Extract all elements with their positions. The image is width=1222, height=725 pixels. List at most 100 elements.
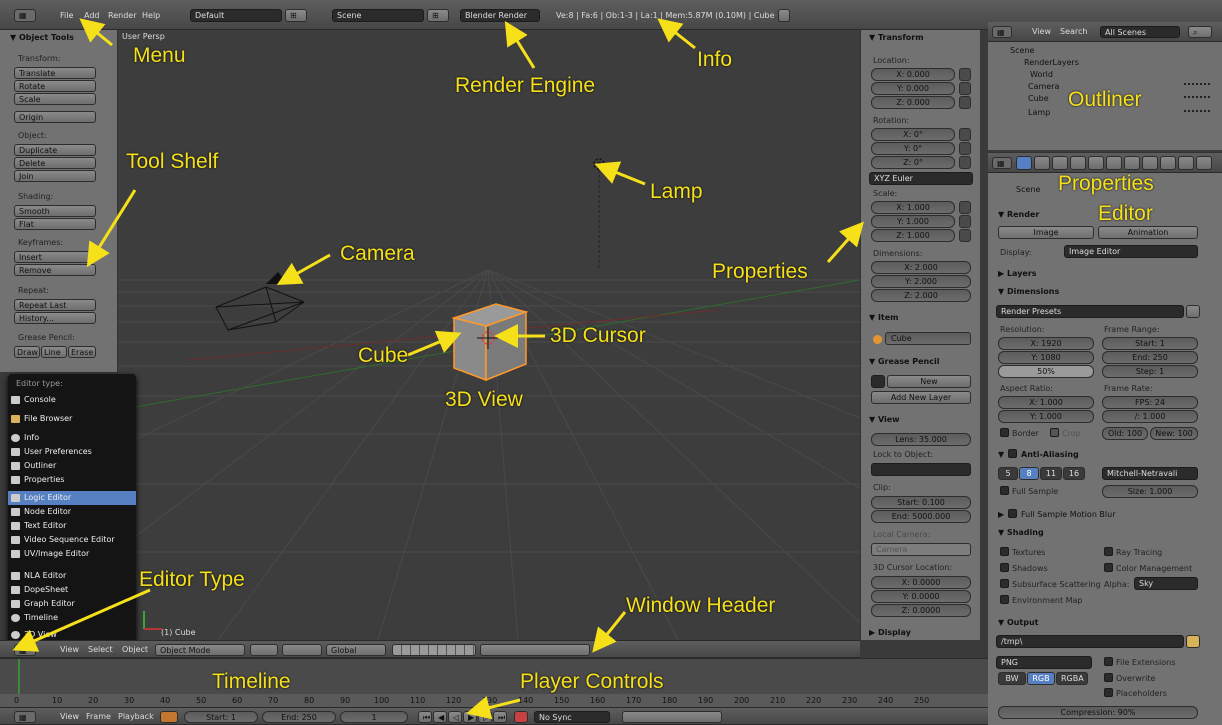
location-y[interactable]: Y: 0.000: [871, 82, 955, 95]
editor-type-button[interactable]: ▦: [992, 26, 1012, 38]
outliner-world[interactable]: World: [1030, 70, 1053, 79]
object-tab-icon[interactable]: [1070, 156, 1086, 170]
lock-icon[interactable]: [959, 215, 971, 228]
menu-item-timeline[interactable]: Timeline: [8, 611, 136, 625]
aa-collapse-icon[interactable]: ▼: [998, 450, 1004, 459]
object-name-field[interactable]: Cube: [885, 332, 971, 345]
line-button[interactable]: Line: [41, 346, 67, 358]
preset-add-button[interactable]: [1186, 305, 1200, 318]
frame-step[interactable]: Step: 1: [1102, 365, 1198, 378]
pencil-icon[interactable]: [871, 375, 885, 388]
timeline-start-field[interactable]: Start: 1: [184, 711, 258, 723]
shadows-checkbox[interactable]: [1000, 563, 1009, 572]
search-icon[interactable]: ⌕: [1188, 26, 1212, 38]
grease-new-button[interactable]: New: [887, 375, 971, 388]
resolution-x[interactable]: X: 1920: [998, 337, 1094, 350]
cursor-z[interactable]: Z: 0.0000: [871, 604, 971, 617]
play-icon[interactable]: ▶: [463, 711, 477, 723]
lock-icon[interactable]: [959, 142, 971, 155]
outliner-renderlayers[interactable]: RenderLayers: [1024, 58, 1079, 67]
anti-aliasing-checkbox[interactable]: [1008, 449, 1017, 458]
visibility-icon[interactable]: [1184, 110, 1210, 116]
insert-keyframe-button[interactable]: Insert: [14, 251, 96, 263]
time-old-field[interactable]: Old: 100: [1102, 427, 1148, 440]
info-icon-button[interactable]: [778, 9, 790, 22]
ray-tracing-checkbox[interactable]: [1104, 547, 1113, 556]
cursor-x[interactable]: X: 0.0000: [871, 576, 971, 589]
repeat-last-button[interactable]: Repeat Last: [14, 299, 96, 311]
menu-item-node-editor[interactable]: Node Editor: [8, 505, 136, 519]
crop-checkbox[interactable]: [1050, 428, 1059, 437]
output-path-field[interactable]: /tmp\: [996, 635, 1184, 648]
scale-z[interactable]: Z: 1.000: [871, 229, 955, 242]
location-z[interactable]: Z: 0.000: [871, 96, 955, 109]
timeline-end-field[interactable]: End: 250: [262, 711, 336, 723]
texture-tab-icon[interactable]: [1160, 156, 1176, 170]
lens-field[interactable]: Lens: 35.000: [871, 433, 971, 446]
folder-icon[interactable]: [1186, 635, 1200, 648]
render-title[interactable]: ▼ Render: [998, 210, 1039, 219]
fps-base-field[interactable]: /: 1.000: [1102, 410, 1198, 423]
aa-size-field[interactable]: Size: 1.000: [1102, 485, 1198, 498]
lock-icon[interactable]: [959, 229, 971, 242]
resolution-y[interactable]: Y: 1080: [998, 351, 1094, 364]
keying-set-field[interactable]: [622, 711, 722, 723]
rotation-z[interactable]: Z: 0°: [871, 156, 955, 169]
menu-item-dopesheet[interactable]: DopeSheet: [8, 583, 136, 597]
render-image-button[interactable]: Image: [998, 226, 1094, 239]
aa-samples-11[interactable]: 11: [1040, 467, 1062, 480]
dimension-y[interactable]: Y: 2.000: [871, 275, 971, 288]
overwrite-checkbox[interactable]: [1104, 673, 1113, 682]
local-camera-field[interactable]: Camera: [871, 543, 971, 556]
visibility-icon[interactable]: [1184, 83, 1210, 89]
display-title[interactable]: ▶ Display: [869, 628, 911, 637]
menu-item-outliner[interactable]: Outliner: [8, 459, 136, 473]
color-management-checkbox[interactable]: [1104, 563, 1113, 572]
render-engine-select[interactable]: Blender Render: [460, 9, 540, 22]
layout-add-button[interactable]: ⊞: [285, 9, 307, 22]
lamp-object[interactable]: [584, 152, 614, 272]
lock-icon[interactable]: [959, 82, 971, 95]
border-checkbox[interactable]: [1000, 428, 1009, 437]
duplicate-button[interactable]: Duplicate: [14, 144, 96, 156]
menu-item-logic-editor[interactable]: Logic Editor: [8, 491, 136, 505]
flat-button[interactable]: Flat: [14, 218, 96, 230]
visibility-icon[interactable]: [1184, 96, 1210, 102]
outliner-scene[interactable]: Scene: [1010, 46, 1034, 55]
color-bw-button[interactable]: BW: [998, 672, 1026, 685]
scene-select[interactable]: Scene: [332, 9, 424, 22]
render-presets-select[interactable]: Render Presets: [996, 305, 1184, 318]
screen-layout-select[interactable]: Default: [190, 9, 282, 22]
orientation-select[interactable]: Global: [326, 644, 386, 656]
layers-grid[interactable]: [392, 644, 476, 656]
resolution-percent[interactable]: 50%: [998, 365, 1094, 378]
clip-start[interactable]: Start: 0.100: [871, 496, 971, 509]
viewport-shading-button[interactable]: [250, 644, 278, 656]
menu-item-sequence-editor[interactable]: Video Sequence Editor: [8, 533, 136, 547]
rotate-button[interactable]: Rotate: [14, 80, 96, 92]
view-menu[interactable]: View: [60, 645, 79, 654]
sss-checkbox[interactable]: [1000, 579, 1009, 588]
scene-add-button[interactable]: ⊞: [427, 9, 449, 22]
menu-item-nla-editor[interactable]: NLA Editor: [8, 569, 136, 583]
outliner-view-menu[interactable]: View: [1032, 27, 1051, 36]
menu-item-file-browser[interactable]: File Browser: [8, 412, 136, 426]
layers-title[interactable]: ▶ Layers: [998, 269, 1037, 278]
next-keyframe-icon[interactable]: ▷: [478, 711, 492, 723]
scene-tab-icon[interactable]: [1034, 156, 1050, 170]
3d-viewport[interactable]: User Persp (1) Cube: [118, 30, 860, 640]
editor-type-button[interactable]: ▦: [14, 644, 36, 656]
location-x[interactable]: X: 0.000: [871, 68, 955, 81]
outliner-cube[interactable]: Cube: [1028, 94, 1049, 103]
color-rgb-button[interactable]: RGB: [1027, 672, 1055, 685]
delete-button[interactable]: Delete: [14, 157, 96, 169]
motion-blur-checkbox[interactable]: [1008, 509, 1017, 518]
smooth-button[interactable]: Smooth: [14, 205, 96, 217]
sync-select[interactable]: No Sync: [534, 711, 610, 723]
fps-field[interactable]: FPS: 24: [1102, 396, 1198, 409]
draw-button[interactable]: Draw: [14, 346, 40, 358]
erase-button[interactable]: Erase: [68, 346, 96, 358]
dimension-x[interactable]: X: 2.000: [871, 261, 971, 274]
material-tab-icon[interactable]: [1142, 156, 1158, 170]
placeholders-checkbox[interactable]: [1104, 688, 1113, 697]
